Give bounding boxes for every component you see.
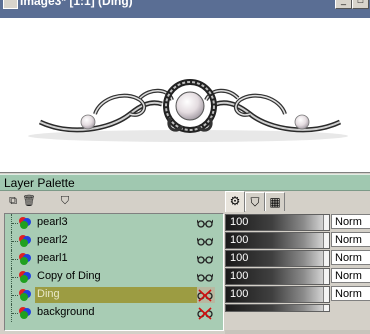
- opacity-slider[interactable]: [225, 304, 330, 312]
- layer-name: pearl3: [37, 216, 68, 228]
- blend-mode-select[interactable]: Norm: [331, 232, 370, 247]
- raster-layer-icon: [19, 271, 31, 283]
- tab-mask[interactable]: ⛉: [245, 192, 265, 211]
- opacity-row: 100 Norm: [225, 231, 370, 249]
- opacity-row: 100 Norm: [225, 267, 370, 285]
- opacity-row: 100 Norm: [225, 285, 370, 303]
- document-title: Image3* [1:1] (Ding): [20, 0, 133, 8]
- opacity-slider[interactable]: 100: [225, 232, 330, 249]
- visibility-glasses-icon[interactable]: [197, 234, 213, 248]
- blend-mode-select[interactable]: Norm: [331, 268, 370, 283]
- layer-row[interactable]: pearl1: [5, 250, 221, 268]
- opacity-slider[interactable]: 100: [225, 268, 330, 285]
- opacity-value: 100: [230, 216, 249, 228]
- opacity-slider[interactable]: 100: [225, 286, 330, 303]
- slider-thumb[interactable]: [323, 269, 329, 284]
- slider-thumb[interactable]: [323, 305, 329, 311]
- raster-layer-icon: [19, 217, 31, 229]
- blend-mode-select[interactable]: Norm: [331, 250, 370, 265]
- visibility-glasses-icon[interactable]: [197, 216, 213, 230]
- visibility-glasses-icon[interactable]: [197, 270, 213, 284]
- tab-opacity[interactable]: ⚙: [225, 191, 245, 212]
- raster-layer-icon: [19, 289, 31, 301]
- opacity-row: [225, 303, 370, 321]
- maximize-button[interactable]: □: [352, 0, 369, 9]
- mask-icon[interactable]: ⛉: [58, 194, 72, 208]
- layer-palette: Layer Palette ⧉ 🗑 ⛉ ⚙ ⛉ ▦ pearl3 pearl2 …: [0, 172, 370, 334]
- opacity-value: 100: [230, 252, 249, 264]
- opacity-row: 100 Norm: [225, 213, 370, 231]
- document-icon[interactable]: [3, 0, 18, 9]
- layer-name: pearl1: [37, 252, 68, 264]
- layer-name: pearl2: [37, 234, 68, 246]
- slider-thumb[interactable]: [323, 233, 329, 248]
- hidden-glasses-icon[interactable]: [197, 306, 213, 320]
- layer-properties-column: 100 Norm 100 Norm 100 Norm 100 Norm 100 …: [225, 213, 370, 329]
- slider-thumb[interactable]: [323, 251, 329, 266]
- minimize-button[interactable]: _: [335, 0, 352, 9]
- opacity-row: 100 Norm: [225, 249, 370, 267]
- layer-name: background: [37, 306, 95, 318]
- tab-blend[interactable]: ▦: [265, 192, 285, 211]
- layer-name: Copy of Ding: [37, 270, 101, 282]
- raster-layer-icon: [19, 235, 31, 247]
- raster-layer-icon: [19, 307, 31, 319]
- opacity-value: 100: [230, 270, 249, 282]
- slider-thumb[interactable]: [323, 287, 329, 302]
- blend-mode-select[interactable]: Norm: [331, 214, 370, 229]
- blend-mode-select[interactable]: Norm: [331, 286, 370, 301]
- opacity-value: 100: [230, 234, 249, 246]
- new-layer-icon[interactable]: ⧉: [6, 194, 20, 208]
- opacity-slider[interactable]: 100: [225, 214, 330, 231]
- slider-thumb[interactable]: [323, 215, 329, 230]
- delete-layer-icon[interactable]: 🗑: [22, 194, 36, 208]
- visibility-glasses-icon[interactable]: [197, 252, 213, 266]
- raster-layer-icon: [19, 253, 31, 265]
- horizontal-scrollbar[interactable]: [225, 330, 370, 334]
- layer-name: Ding: [37, 288, 60, 300]
- layer-row[interactable]: pearl2: [5, 232, 221, 250]
- layer-list: pearl3 pearl2 pearl1 Copy of Ding Ding b…: [4, 213, 224, 331]
- layer-row[interactable]: background: [5, 304, 221, 322]
- layer-row[interactable]: Copy of Ding: [5, 268, 221, 286]
- layer-row[interactable]: pearl3: [5, 214, 221, 232]
- opacity-slider[interactable]: 100: [225, 250, 330, 267]
- layer-palette-title[interactable]: Layer Palette: [0, 174, 370, 191]
- hidden-glasses-icon[interactable]: [197, 288, 213, 302]
- opacity-value: 100: [230, 288, 249, 300]
- document-title-bar[interactable]: Image3* [1:1] (Ding) _ □: [0, 0, 370, 18]
- ornament-artwork: [28, 79, 348, 142]
- image-canvas[interactable]: [0, 18, 370, 172]
- layer-row-selected[interactable]: Ding: [5, 286, 221, 304]
